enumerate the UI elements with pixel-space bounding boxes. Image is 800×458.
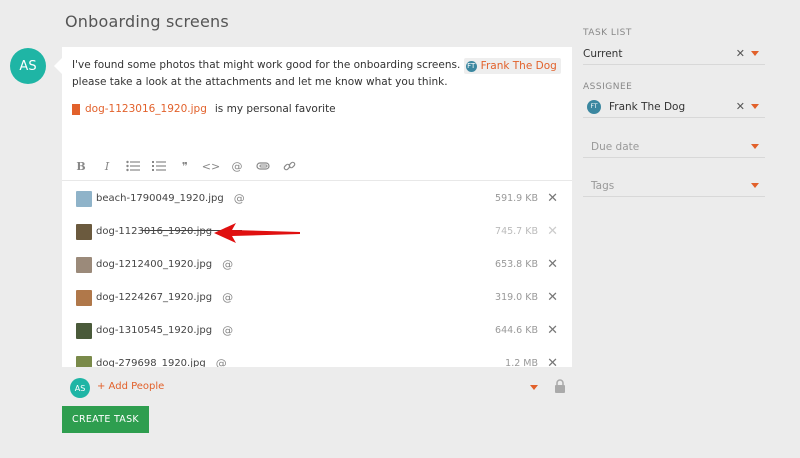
mention-attachment-icon[interactable]: @ — [234, 192, 245, 205]
chevron-down-icon[interactable] — [751, 104, 759, 109]
mention-icon[interactable]: @ — [226, 157, 248, 175]
create-task-button[interactable]: CREATE TASK — [62, 406, 149, 433]
mention-attachment-icon[interactable]: @ — [216, 357, 227, 367]
mention-name: Frank The Dog — [480, 60, 557, 72]
attachment-list: beach-1790049_1920.jpg @ 591.9 KB ✕ dog-… — [62, 182, 572, 367]
task-list-select[interactable]: Current ✕ — [583, 43, 765, 65]
remove-attachment-icon[interactable]: ✕ — [547, 356, 558, 367]
tags-select[interactable]: Tags — [583, 175, 765, 197]
chevron-down-icon[interactable] — [751, 183, 759, 188]
page-title: Onboarding screens — [65, 12, 229, 31]
attachment-name[interactable]: dog-1123016_1920.jpg — [96, 226, 212, 237]
image-thumbnail-icon — [76, 289, 92, 306]
mention-chip[interactable]: FT Frank The Dog — [463, 58, 561, 74]
message-text-before: I've found some photos that might work g… — [72, 59, 461, 71]
due-date-placeholder: Due date — [591, 140, 640, 153]
due-date-select[interactable]: Due date — [583, 136, 765, 158]
remove-attachment-icon[interactable]: ✕ — [547, 191, 558, 206]
tags-placeholder: Tags — [591, 179, 615, 192]
attachment-name[interactable]: dog-279698_1920.jpg — [96, 358, 206, 367]
file-link[interactable]: dog-1123016_1920.jpg — [85, 103, 207, 115]
file-reference: dog-1123016_1920.jpg is my personal favo… — [72, 103, 336, 115]
attachment-row[interactable]: dog-1123016_1920.jpg @ 745.7 KB ✕ — [62, 215, 572, 248]
red-arrow-annotation — [214, 223, 300, 243]
attach-icon[interactable] — [252, 157, 274, 175]
attachment-name[interactable]: dog-1212400_1920.jpg — [96, 259, 212, 270]
remove-attachment-icon[interactable]: ✕ — [547, 323, 558, 338]
clear-icon[interactable]: ✕ — [736, 47, 745, 60]
chevron-down-icon[interactable] — [751, 51, 759, 56]
image-thumbnail-icon — [76, 190, 92, 207]
user-avatar: AS — [70, 378, 90, 398]
numbered-list-icon[interactable] — [148, 157, 170, 175]
image-thumbnail-icon — [76, 355, 92, 367]
attachment-size: 653.8 KB — [495, 259, 538, 270]
remove-attachment-icon[interactable]: ✕ — [547, 257, 558, 272]
remove-attachment-icon[interactable]: ✕ — [547, 290, 558, 305]
mention-attachment-icon[interactable]: @ — [222, 324, 233, 337]
image-thumbnail-icon — [76, 322, 92, 339]
author-avatar: AS — [10, 48, 46, 84]
attachment-name[interactable]: dog-1310545_1920.jpg — [96, 325, 212, 336]
assignee-select[interactable]: FT Frank The Dog ✕ — [583, 96, 765, 118]
file-comment: is my personal favorite — [214, 103, 336, 115]
attachment-size: 1.2 MB — [505, 358, 538, 367]
attachment-size: 745.7 KB — [495, 226, 538, 237]
attachment-row[interactable]: dog-1310545_1920.jpg @ 644.6 KB ✕ — [62, 314, 572, 347]
assignee-avatar: FT — [587, 99, 601, 114]
bold-icon[interactable]: B — [70, 157, 92, 175]
bullet-list-icon[interactable] — [122, 157, 144, 175]
quote-icon[interactable]: ❞ — [174, 157, 196, 175]
attachment-size: 591.9 KB — [495, 193, 538, 204]
assignee-label: ASSIGNEE — [583, 82, 633, 92]
attachment-row[interactable]: dog-1224267_1920.jpg @ 319.0 KB ✕ — [62, 281, 572, 314]
add-people-button[interactable]: + Add People — [97, 381, 164, 392]
image-thumbnail-icon — [76, 223, 92, 240]
code-icon[interactable]: <> — [200, 157, 222, 175]
remove-attachment-icon[interactable]: ✕ — [547, 224, 558, 239]
attachment-name[interactable]: dog-1224267_1920.jpg — [96, 292, 212, 303]
attachment-size: 319.0 KB — [495, 292, 538, 303]
assignee-value: Frank The Dog — [609, 100, 686, 113]
clear-icon[interactable]: ✕ — [736, 100, 745, 113]
file-icon — [72, 103, 80, 115]
chevron-down-icon[interactable] — [530, 385, 538, 390]
italic-icon[interactable]: I — [96, 157, 118, 175]
people-bar: AS + Add People — [62, 373, 572, 401]
format-toolbar: B I ❞ <> @ — [70, 157, 304, 175]
divider — [62, 180, 572, 181]
chevron-down-icon[interactable] — [751, 144, 759, 149]
task-list-label: TASK LIST — [583, 28, 632, 38]
attachment-name[interactable]: beach-1790049_1920.jpg — [96, 193, 224, 204]
image-thumbnail-icon — [76, 256, 92, 273]
mention-attachment-icon[interactable]: @ — [222, 291, 233, 304]
message-text-after: please take a look at the attachments an… — [72, 76, 448, 88]
mention-user-icon: FT — [465, 60, 477, 72]
link-icon[interactable] — [278, 157, 300, 175]
task-list-value: Current — [583, 47, 623, 60]
attachment-row[interactable]: dog-1212400_1920.jpg @ 653.8 KB ✕ — [62, 248, 572, 281]
lock-icon[interactable] — [554, 379, 566, 393]
attachment-row[interactable]: dog-279698_1920.jpg @ 1.2 MB ✕ — [62, 347, 572, 367]
mention-attachment-icon[interactable]: @ — [222, 258, 233, 271]
attachment-size: 644.6 KB — [495, 325, 538, 336]
bubble-tail — [54, 58, 62, 74]
attachment-row[interactable]: beach-1790049_1920.jpg @ 591.9 KB ✕ — [62, 182, 572, 215]
message-text[interactable]: I've found some photos that might work g… — [72, 57, 564, 90]
comment-card[interactable]: I've found some photos that might work g… — [62, 47, 572, 367]
